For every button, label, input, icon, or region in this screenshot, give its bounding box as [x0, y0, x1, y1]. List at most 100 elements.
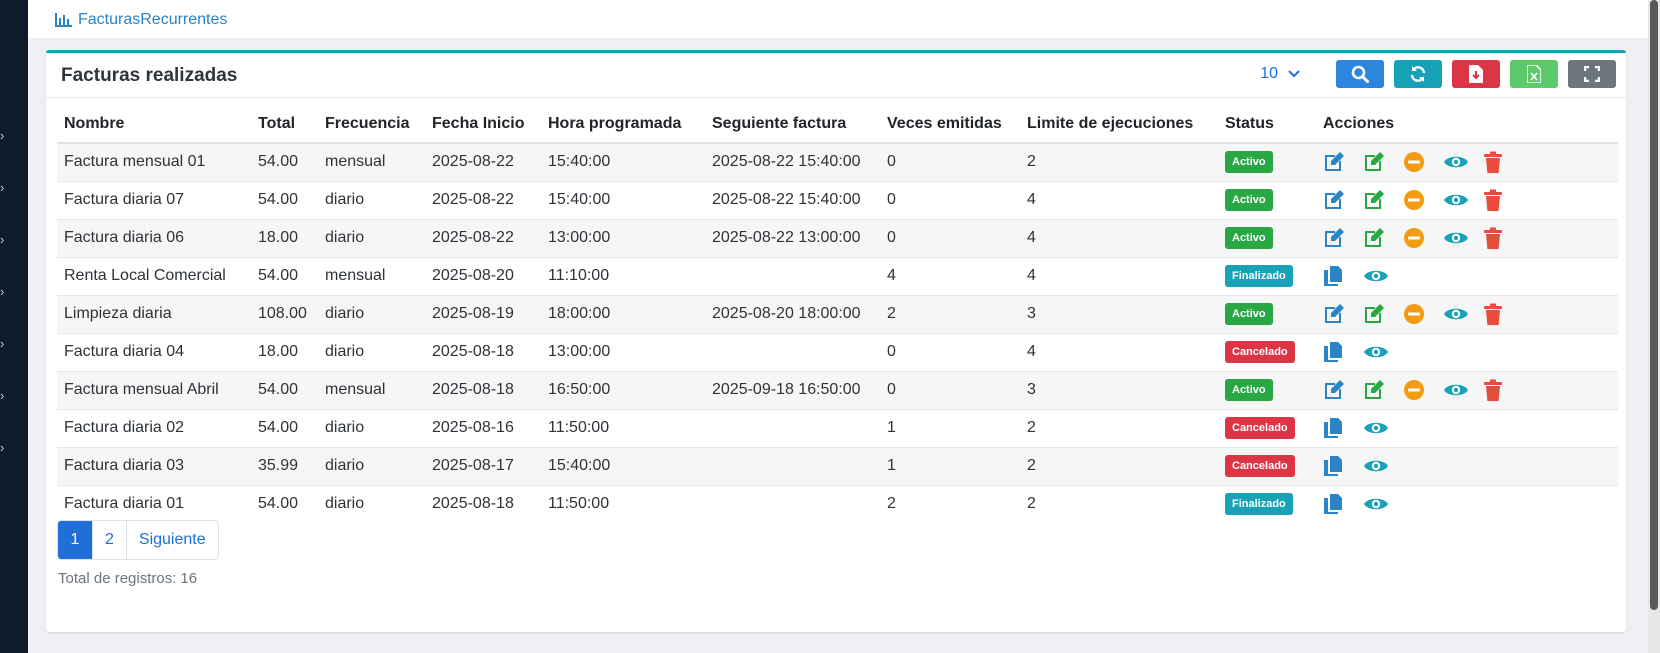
cell-frecuencia: diario: [318, 332, 425, 371]
breadcrumb-label[interactable]: FacturasRecurrentes: [78, 11, 227, 29]
trash-icon[interactable]: [1483, 301, 1523, 327]
cell-siguiente-factura: 2025-08-22 15:40:00: [705, 180, 880, 219]
edit-note-icon[interactable]: [1363, 187, 1403, 213]
page-1-link[interactable]: 1: [58, 521, 92, 559]
total-records-label: Total de registros:: [58, 570, 177, 587]
scrollbar-thumb[interactable]: [1650, 0, 1658, 610]
edit-icon[interactable]: [1323, 377, 1363, 403]
sidebar-arrow-icon[interactable]: ›: [0, 337, 6, 350]
eye-icon[interactable]: [1363, 453, 1403, 479]
trash-icon[interactable]: [1483, 187, 1523, 213]
next-page-link[interactable]: Siguiente: [125, 521, 218, 559]
cell-acciones: [1316, 180, 1618, 219]
sidebar-arrow-icon[interactable]: ›: [0, 441, 6, 454]
eye-icon[interactable]: [1363, 339, 1403, 365]
cell-nombre: Factura mensual Abril: [57, 370, 251, 409]
edit-icon[interactable]: [1323, 301, 1363, 327]
edit-note-icon[interactable]: [1363, 149, 1403, 175]
eye-icon[interactable]: [1443, 149, 1483, 175]
row-actions: [1323, 301, 1611, 327]
cell-siguiente-factura: 2025-08-22 13:00:00: [705, 218, 880, 257]
col-header-status[interactable]: Status: [1218, 105, 1316, 144]
bar-chart-icon: [55, 13, 72, 27]
edit-note-icon[interactable]: [1363, 225, 1403, 251]
search-button[interactable]: [1336, 60, 1384, 88]
copy-icon[interactable]: [1323, 415, 1363, 441]
minus-circle-icon[interactable]: [1403, 377, 1443, 403]
eye-icon[interactable]: [1363, 263, 1403, 289]
minus-circle-icon[interactable]: [1403, 187, 1443, 213]
cell-frecuencia: mensual: [318, 370, 425, 409]
table-row: Factura diaria 01 54.00 diario 2025-08-18 11…: [57, 484, 1618, 523]
copy-icon[interactable]: [1323, 339, 1363, 365]
sidebar-arrow-icon[interactable]: ›: [0, 285, 6, 298]
trash-icon[interactable]: [1483, 225, 1523, 251]
cell-limite: 3: [1020, 294, 1218, 333]
cell-total: 54.00: [251, 256, 318, 295]
cell-total: 18.00: [251, 332, 318, 371]
cell-veces-emitidas: 1: [880, 408, 1020, 447]
eye-icon[interactable]: [1363, 491, 1403, 517]
cell-siguiente-factura: 2025-09-18 16:50:00: [705, 370, 880, 409]
trash-icon[interactable]: [1483, 149, 1523, 175]
cell-status: Activo: [1218, 218, 1316, 257]
col-header-limite[interactable]: Limite de ejecuciones: [1020, 105, 1218, 144]
edit-icon[interactable]: [1323, 149, 1363, 175]
copy-icon[interactable]: [1323, 491, 1363, 517]
sidebar-arrow-icon[interactable]: ›: [0, 233, 6, 246]
minus-circle-icon[interactable]: [1403, 149, 1443, 175]
copy-icon[interactable]: [1323, 263, 1363, 289]
cell-limite: 2: [1020, 142, 1218, 181]
col-header-total[interactable]: Total: [251, 105, 318, 144]
export-pdf-button[interactable]: [1452, 60, 1500, 88]
cell-veces-emitidas: 4: [880, 256, 1020, 295]
minus-circle-icon[interactable]: [1403, 301, 1443, 327]
trash-icon[interactable]: [1483, 377, 1523, 403]
cell-total: 54.00: [251, 142, 318, 181]
cell-nombre: Factura diaria 07: [57, 180, 251, 219]
edit-icon[interactable]: [1323, 225, 1363, 251]
minus-circle-icon[interactable]: [1403, 225, 1443, 251]
sidebar-arrow-icon[interactable]: ›: [0, 389, 6, 402]
edit-icon[interactable]: [1323, 187, 1363, 213]
sidebar-arrow-icon[interactable]: ›: [0, 129, 6, 142]
edit-note-icon[interactable]: [1363, 377, 1403, 403]
fullscreen-button[interactable]: [1568, 60, 1616, 88]
cell-veces-emitidas: 2: [880, 484, 1020, 523]
col-header-frecuencia[interactable]: Frecuencia: [318, 105, 425, 144]
col-header-siguiente-factura[interactable]: Seguiente factura: [705, 105, 880, 144]
cell-acciones: [1316, 408, 1618, 447]
card-title: Facturas realizadas: [61, 65, 238, 86]
cell-siguiente-factura: [705, 408, 880, 447]
edit-note-icon[interactable]: [1363, 301, 1403, 327]
export-excel-button[interactable]: [1510, 60, 1558, 88]
fullscreen-icon: [1584, 66, 1600, 82]
table-row: Factura mensual Abril 54.00 mensual 2025-08…: [57, 370, 1618, 409]
eye-icon[interactable]: [1363, 415, 1403, 441]
eye-icon[interactable]: [1443, 301, 1483, 327]
left-sidebar: › › › › › › ›: [0, 0, 28, 653]
refresh-button[interactable]: [1394, 60, 1442, 88]
cell-frecuencia: diario: [318, 408, 425, 447]
page-size-select[interactable]: 10: [1260, 65, 1300, 83]
table-header-row: Nombre Total Frecuencia Fecha Inicio Hor…: [57, 105, 1618, 144]
row-actions: [1323, 149, 1611, 175]
cell-acciones: [1316, 256, 1618, 295]
cell-limite: 3: [1020, 370, 1218, 409]
copy-icon[interactable]: [1323, 453, 1363, 479]
sidebar-arrow-icon[interactable]: ›: [0, 181, 6, 194]
topbar: FacturasRecurrentes: [28, 0, 1648, 38]
page-2-link[interactable]: 2: [92, 521, 126, 559]
eye-icon[interactable]: [1443, 187, 1483, 213]
status-badge: Cancelado: [1225, 417, 1295, 439]
eye-icon[interactable]: [1443, 377, 1483, 403]
col-header-nombre[interactable]: Nombre: [57, 105, 251, 144]
col-header-fecha-inicio[interactable]: Fecha Inicio: [425, 105, 541, 144]
col-header-hora-programada[interactable]: Hora programada: [541, 105, 705, 144]
row-actions: [1323, 263, 1611, 289]
row-actions: [1323, 491, 1611, 517]
col-header-veces-emitidas[interactable]: Veces emitidas: [880, 105, 1020, 144]
scrollbar[interactable]: [1648, 0, 1660, 653]
eye-icon[interactable]: [1443, 225, 1483, 251]
breadcrumb[interactable]: FacturasRecurrentes: [55, 11, 227, 29]
